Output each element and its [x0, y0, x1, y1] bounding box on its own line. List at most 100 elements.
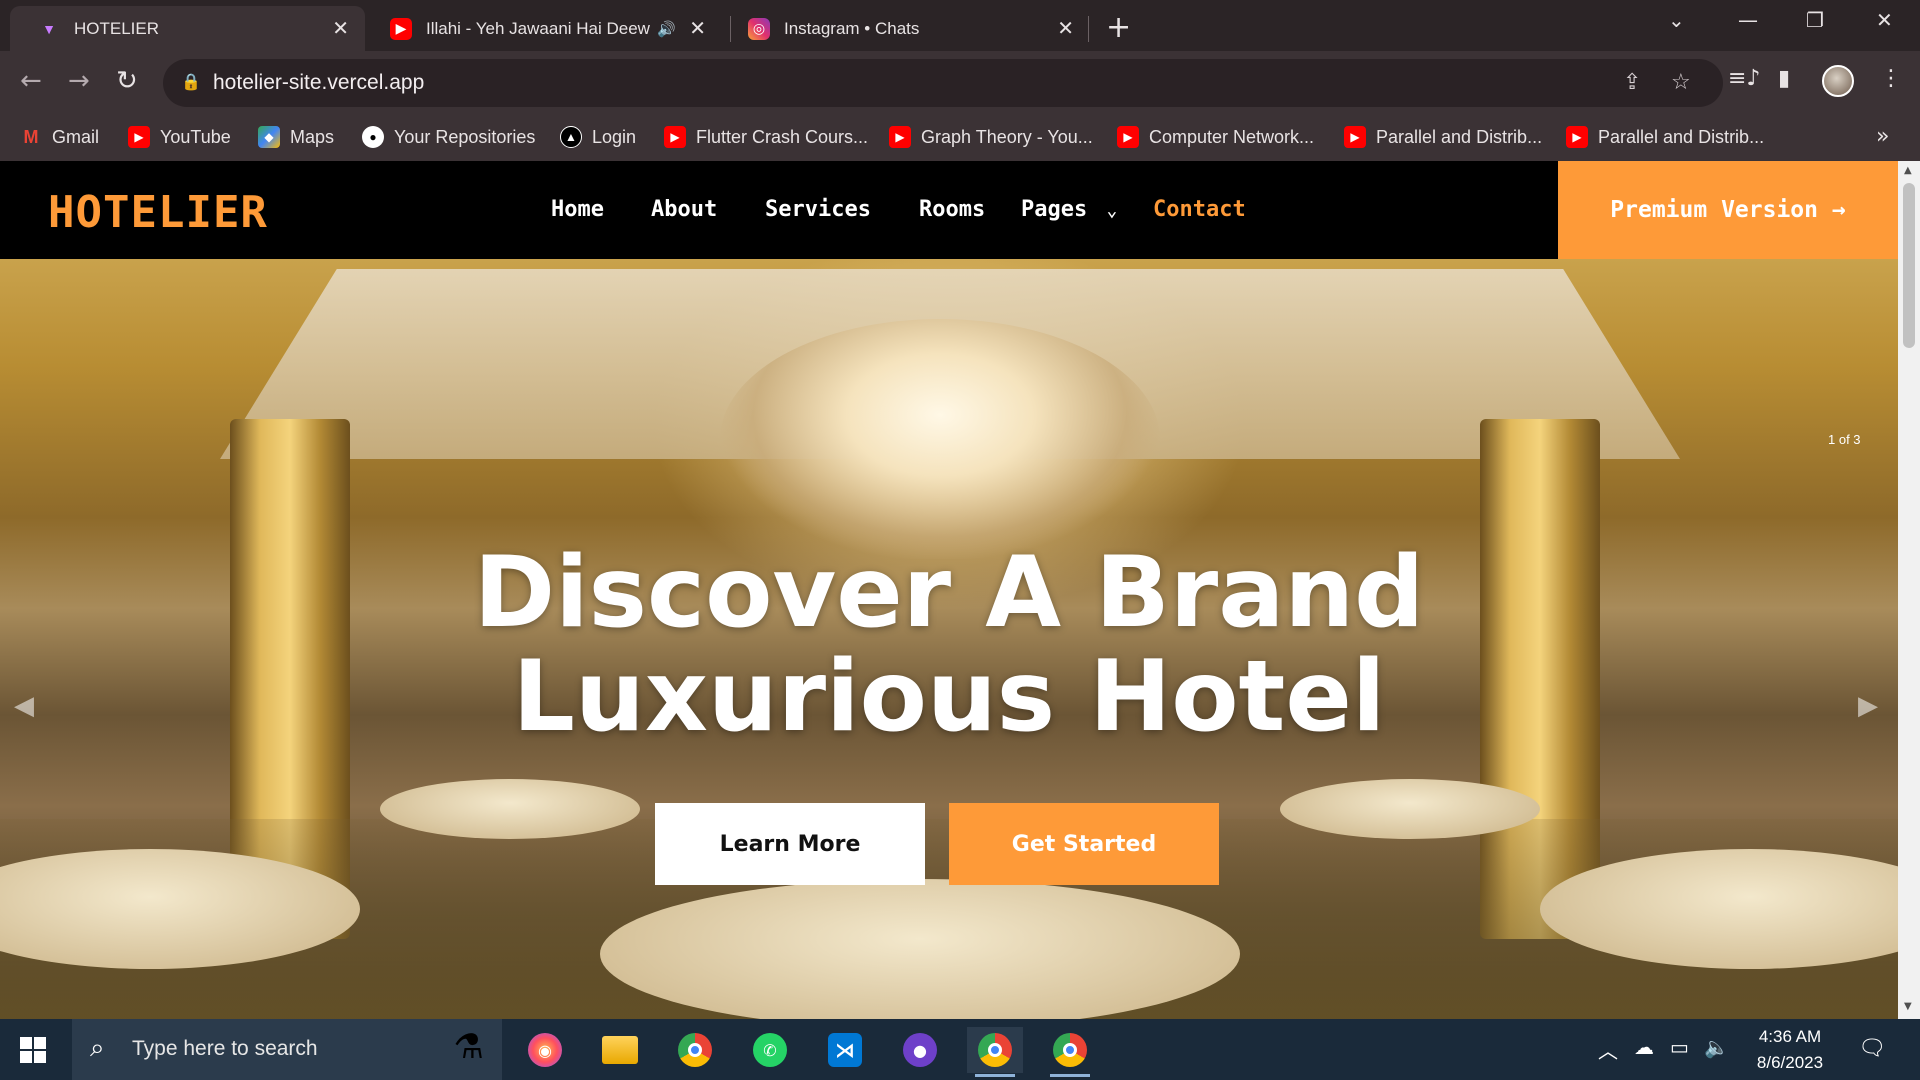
site-logo[interactable]: HOTELIER [48, 187, 268, 238]
tab-instagram[interactable]: ◎ Instagram • Chats ✕ [720, 6, 1090, 51]
hero-image-chandelier [720, 319, 1160, 559]
vscode-icon: ⋊ [828, 1033, 862, 1067]
tray-overflow-chevron-icon[interactable]: ︿ [1598, 1035, 1618, 1064]
taskbar-search-box[interactable]: ⌕ Type here to search ⚗ [72, 1019, 502, 1080]
scroll-down-icon[interactable]: ▼ [1904, 1001, 1912, 1012]
lock-icon[interactable]: 🔒 [181, 72, 201, 91]
nav-services[interactable]: Services [765, 197, 871, 222]
scroll-up-icon[interactable]: ▲ [1904, 165, 1912, 176]
carousel-next-icon[interactable]: ▶ [1858, 691, 1878, 721]
bookmark-flutter-crash-course[interactable]: ▶ Flutter Crash Cours... [664, 126, 868, 148]
youtube-icon: ▶ [1117, 126, 1139, 148]
bookmark-youtube[interactable]: ▶ YouTube [128, 126, 231, 148]
tab-title: Instagram • Chats [784, 18, 920, 38]
page-viewport: HOTELIER Home About Services Rooms Pages… [0, 161, 1898, 1019]
taskbar-whatsapp[interactable]: ✆ [742, 1027, 798, 1073]
taskbar-clock[interactable]: 4:36 AM 8/6/2023 [1740, 1024, 1840, 1076]
taskbar-vscode[interactable]: ⋊ [817, 1027, 873, 1073]
nav-home[interactable]: Home [551, 197, 604, 222]
taskbar-github-desktop[interactable]: ● [892, 1027, 948, 1073]
chrome-icon [678, 1033, 712, 1067]
tab-search-chevron-icon[interactable]: ⌄ [1668, 8, 1685, 32]
profile-avatar[interactable] [1822, 65, 1854, 97]
bookmark-maps[interactable]: ◆ Maps [258, 126, 334, 148]
firefox-icon: ◉ [528, 1033, 562, 1067]
volume-icon[interactable]: 🔈 [1704, 1035, 1729, 1060]
bookmark-login[interactable]: ▲ Login [560, 126, 636, 148]
share-icon[interactable]: ⇪ [1623, 70, 1641, 95]
active-app-indicator [975, 1074, 1015, 1077]
search-highlight-icon: ⚗ [453, 1027, 484, 1067]
hero-image-table [380, 779, 640, 839]
page-scrollbar[interactable]: ▲ ▼ [1898, 161, 1920, 1019]
chevron-down-icon: ⌄ [1106, 200, 1118, 221]
maps-icon: ◆ [258, 126, 280, 148]
bookmark-label: Login [592, 126, 637, 147]
battery-icon[interactable]: ▭ [1670, 1035, 1689, 1060]
gmail-icon: M [23, 126, 39, 147]
nav-about[interactable]: About [651, 197, 717, 222]
address-bar[interactable]: 🔒 hotelier-site.vercel.app ⇪ ☆ [163, 59, 1723, 107]
premium-version-button[interactable]: Premium Version → [1558, 161, 1898, 259]
tab-hotelier[interactable]: ▼ HOTELIER ✕ [10, 6, 365, 51]
close-tab-icon[interactable]: ✕ [689, 16, 706, 41]
chrome-profile-icon [978, 1033, 1012, 1067]
back-arrow-icon[interactable]: ← [20, 66, 42, 96]
close-window-button[interactable]: ✕ [1876, 8, 1893, 32]
hero-heading-line-1: Discover A Brand [473, 536, 1425, 650]
folder-icon [602, 1036, 638, 1064]
media-control-icon[interactable]: ≡♪ [1728, 66, 1760, 91]
audio-playing-icon[interactable]: 🔊 [657, 20, 676, 38]
bookmarks-bar: M Gmail ▶ YouTube ◆ Maps ● Your Reposito… [0, 116, 1920, 161]
bookmark-graph-theory[interactable]: ▶ Graph Theory - You... [889, 126, 1093, 148]
bookmark-label: Flutter Crash Cours... [696, 126, 869, 147]
taskbar-firefox[interactable]: ◉ [517, 1027, 573, 1073]
get-started-button[interactable]: Get Started [949, 803, 1219, 885]
onedrive-cloud-icon[interactable]: ☁ [1634, 1035, 1654, 1060]
nav-pages-label: Pages [1021, 197, 1088, 222]
bookmark-parallel-distrib-2[interactable]: ▶ Parallel and Distrib... [1566, 126, 1764, 148]
bookmark-label: Graph Theory - You... [921, 126, 1093, 147]
bookmark-gmail[interactable]: M Gmail [20, 126, 100, 148]
carousel-prev-icon[interactable]: ◀ [14, 691, 34, 721]
new-tab-button[interactable]: + [1106, 10, 1131, 45]
bookmark-computer-network[interactable]: ▶ Computer Network... [1117, 126, 1314, 148]
url-text[interactable]: hotelier-site.vercel.app [213, 71, 424, 95]
scrollbar-thumb[interactable] [1903, 183, 1915, 348]
whatsapp-icon: ✆ [753, 1033, 787, 1067]
minimize-button[interactable]: — [1738, 8, 1758, 32]
youtube-icon: ▶ [664, 126, 686, 148]
bookmark-your-repositories[interactable]: ● Your Repositories [362, 126, 535, 148]
hero-image-table [1280, 779, 1540, 839]
github-icon: ● [362, 126, 384, 148]
reload-icon[interactable]: ↻ [116, 66, 138, 96]
close-tab-icon[interactable]: ✕ [332, 16, 349, 41]
forward-arrow-icon[interactable]: → [68, 66, 90, 96]
menu-kebab-icon[interactable]: ⋮ [1880, 66, 1902, 91]
tab-youtube-song[interactable]: ▶ Illahi - Yeh Jawaani Hai Deew 🔊 ✕ [362, 6, 722, 51]
hero-heading: Discover A Brand Luxurious Hotel [0, 541, 1898, 749]
windows-start-icon[interactable] [20, 1037, 46, 1063]
hotelier-favicon-icon: ▼ [42, 20, 56, 37]
bookmark-star-icon[interactable]: ☆ [1671, 70, 1691, 95]
nav-rooms[interactable]: Rooms [919, 197, 985, 222]
notifications-icon[interactable]: 🗨 [1858, 1035, 1886, 1061]
clock-date: 8/6/2023 [1756, 1053, 1824, 1072]
nav-pages[interactable]: Pages ⌄ [1021, 197, 1117, 222]
site-navbar: HOTELIER Home About Services Rooms Pages… [0, 161, 1898, 259]
search-icon: ⌕ [90, 1033, 105, 1063]
close-tab-icon[interactable]: ✕ [1057, 16, 1074, 41]
taskbar-chrome-profile[interactable] [967, 1027, 1023, 1077]
taskbar-file-explorer[interactable] [592, 1027, 648, 1073]
bookmarks-overflow-button[interactable]: » [1876, 124, 1889, 149]
github-desktop-icon: ● [903, 1033, 937, 1067]
side-panel-icon[interactable]: ▮ [1778, 66, 1790, 91]
bookmark-parallel-distrib-1[interactable]: ▶ Parallel and Distrib... [1344, 126, 1542, 148]
nav-contact[interactable]: Contact [1153, 197, 1246, 222]
login-icon: ▲ [560, 126, 582, 148]
learn-more-button[interactable]: Learn More [655, 803, 925, 885]
taskbar-chrome[interactable] [667, 1027, 723, 1073]
bookmark-label: Parallel and Distrib... [1376, 126, 1543, 147]
taskbar-chrome-second-profile[interactable] [1042, 1027, 1098, 1077]
restore-button[interactable]: ❐ [1806, 8, 1824, 32]
